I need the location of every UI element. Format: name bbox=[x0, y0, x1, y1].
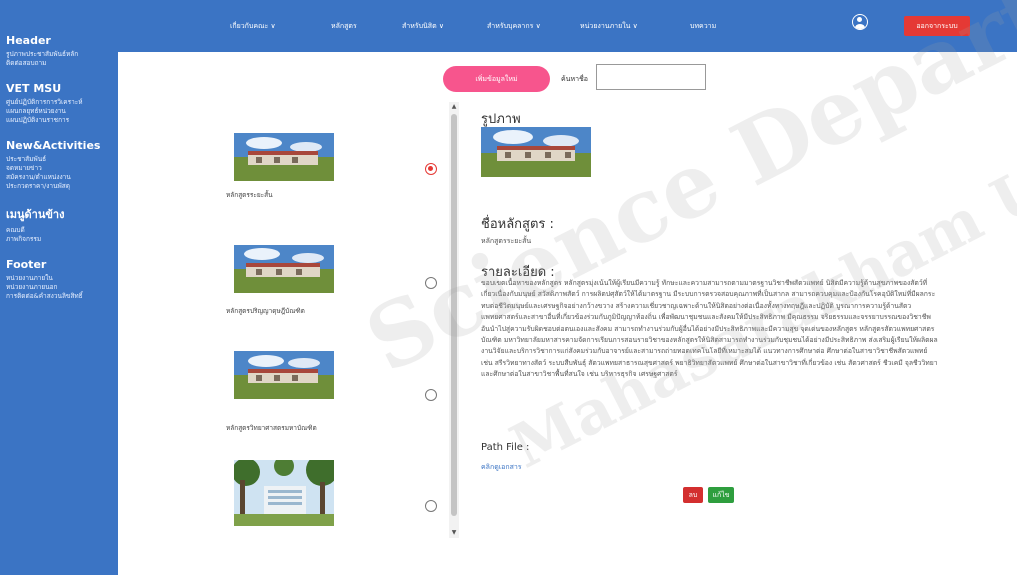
top-navbar: เกี่ยวกับคณะ ∨ หลักสูตร สำหรับนิสิต ∨ สำ… bbox=[118, 0, 1017, 52]
detail-name-heading: ชื่อหลักสูตร : bbox=[481, 217, 554, 232]
nav-articles[interactable]: บทความ bbox=[690, 21, 716, 32]
sidebar-item-lab-center[interactable]: ศูนย์ปฏิบัติการการวิเคราะห์ bbox=[6, 98, 112, 107]
scroll-down-icon[interactable]: ▼ bbox=[449, 528, 459, 538]
list-item-image bbox=[234, 245, 334, 293]
nav-staff[interactable]: สำหรับบุคลากร ∨ bbox=[487, 21, 541, 32]
list-item-radio[interactable] bbox=[425, 500, 437, 512]
sidebar-section-footer: Footer หน่วยงานภายใน หน่วยงานภายนอก การต… bbox=[6, 258, 112, 301]
detail-image bbox=[481, 127, 591, 177]
detail-path-heading: Path File : bbox=[481, 442, 530, 453]
sidebar-section-vet-msu: VET MSU ศูนย์ปฏิบัติการการวิเคราะห์ แผนก… bbox=[6, 82, 112, 125]
sidebar-item-internal[interactable]: หน่วยงานภายใน bbox=[6, 274, 112, 283]
search-input[interactable] bbox=[596, 64, 706, 90]
sidebar-title: Footer bbox=[6, 258, 47, 271]
sidebar-item-action-plan[interactable]: แผนปฏิบัติงานราชการ bbox=[6, 116, 112, 125]
sidebar-title: Header bbox=[6, 34, 51, 47]
list-item-image bbox=[234, 351, 334, 399]
sidebar-item-newsletter[interactable]: จดหมายข่าว bbox=[6, 164, 112, 173]
sidebar-item-strategy[interactable]: แผนกลยุทธ์หน่วยงาน bbox=[6, 107, 112, 116]
nav-students[interactable]: สำหรับนิสิต ∨ bbox=[402, 21, 444, 32]
sidebar-item-copyright[interactable]: การติดต่อ&คำสงวนลิขสิทธิ์ bbox=[6, 292, 112, 301]
sidebar-title: New&Activities bbox=[6, 139, 101, 152]
sidebar-item-activities[interactable]: ภาพกิจกรรม bbox=[6, 235, 112, 244]
nav-programs[interactable]: หลักสูตร bbox=[331, 21, 357, 32]
sidebar-item-main-image[interactable]: รูปภาพประชาสัมพันธ์หลัก bbox=[6, 50, 112, 59]
list-item-radio-selected[interactable] bbox=[425, 163, 437, 175]
list-item-caption: หลักสูตรระยะสั้น bbox=[226, 191, 273, 199]
edit-button[interactable]: แก้ไข bbox=[708, 487, 734, 503]
sidebar-item-external[interactable]: หน่วยงานภายนอก bbox=[6, 283, 112, 292]
scroll-up-icon[interactable]: ▲ bbox=[449, 102, 459, 112]
sidebar-item-jobs[interactable]: สมัครงาน/ตำแหน่งงาน bbox=[6, 173, 112, 182]
user-account-icon[interactable] bbox=[852, 14, 868, 30]
sidebar-title: เมนูด้านข้าง bbox=[6, 208, 65, 221]
watermark-line2: Mahasarakham University bbox=[500, 19, 1017, 483]
detail-description: ขอบเขตเนื้อหาของหลักสูตร หลักสูตรมุ่งเน้… bbox=[481, 279, 938, 379]
nav-about[interactable]: เกี่ยวกับคณะ ∨ bbox=[230, 21, 276, 32]
list-item-image bbox=[234, 133, 334, 181]
sidebar-title: VET MSU bbox=[6, 82, 62, 95]
sidebar-item-contact[interactable]: ติดต่อสอบถาม bbox=[6, 59, 112, 68]
sidebar-section-header: Header รูปภาพประชาสัมพันธ์หลัก ติดต่อสอบ… bbox=[6, 34, 112, 68]
add-new-button[interactable]: เพิ่มข้อมูลใหม่ bbox=[443, 66, 550, 92]
search-label: ค้นหาชื่อ bbox=[561, 75, 588, 83]
nav-internal[interactable]: หน่วยงานภายใน ∨ bbox=[580, 21, 638, 32]
sidebar-item-dean[interactable]: คณบดี bbox=[6, 226, 112, 235]
sidebar-section-news: New&Activities ประชาสัมพันธ์ จดหมายข่าว … bbox=[6, 139, 112, 191]
sidebar-item-pr[interactable]: ประชาสัมพันธ์ bbox=[6, 155, 112, 164]
detail-name-value: หลักสูตรระยะสั้น bbox=[481, 237, 532, 245]
scroll-thumb[interactable] bbox=[451, 114, 457, 516]
logout-button[interactable]: ออกจากระบบ bbox=[904, 16, 970, 36]
sidebar-section-side-menu: เมนูด้านข้าง คณบดี ภาพกิจกรรม bbox=[6, 205, 112, 244]
list-scrollbar[interactable]: ▲ ▼ bbox=[449, 102, 459, 538]
list-item-caption: หลักสูตรวิทยาศาสตรมหาบัณฑิต bbox=[226, 424, 317, 432]
list-item-radio[interactable] bbox=[425, 277, 437, 289]
sidebar: Header รูปภาพประชาสัมพันธ์หลัก ติดต่อสอบ… bbox=[0, 0, 118, 575]
list-item-caption: หลักสูตรปริญญาดุษฎีบัณฑิต bbox=[226, 307, 305, 315]
list-item-radio[interactable] bbox=[425, 389, 437, 401]
view-document-link[interactable]: คลิกดูเอกสาร bbox=[481, 462, 522, 473]
delete-button[interactable]: ลบ bbox=[683, 487, 703, 503]
detail-image-heading: รูปภาพ bbox=[481, 112, 521, 127]
list-item-image bbox=[234, 460, 334, 526]
sidebar-item-procurement[interactable]: ประกวดราคา/งานพัสดุ bbox=[6, 182, 112, 191]
